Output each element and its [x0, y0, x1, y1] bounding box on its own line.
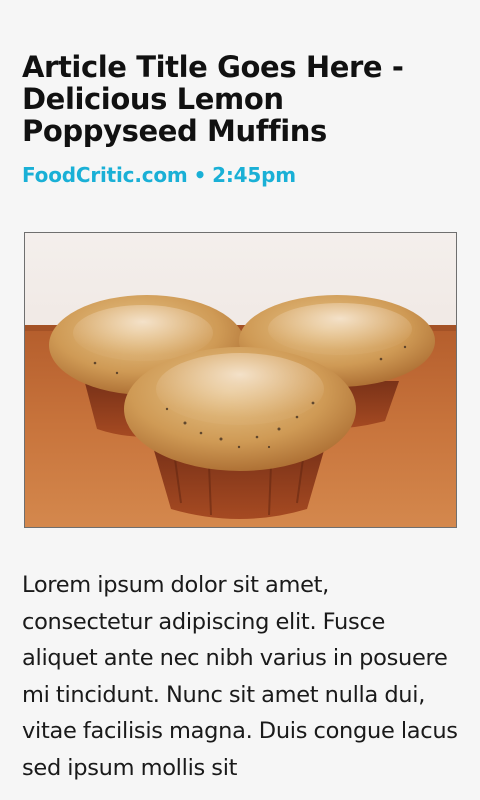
- publish-time: 2:45pm: [212, 163, 296, 187]
- meta-separator: •: [193, 163, 207, 187]
- article-photo: [24, 232, 457, 528]
- article-body: Lorem ipsum dolor sit amet, consectetur …: [22, 572, 458, 781]
- article-meta: FoodCritic.com • 2:45pm: [22, 160, 296, 190]
- article-title: Article Title Goes Here - Delicious Lemo…: [22, 50, 404, 148]
- source-link[interactable]: FoodCritic.com: [22, 163, 188, 187]
